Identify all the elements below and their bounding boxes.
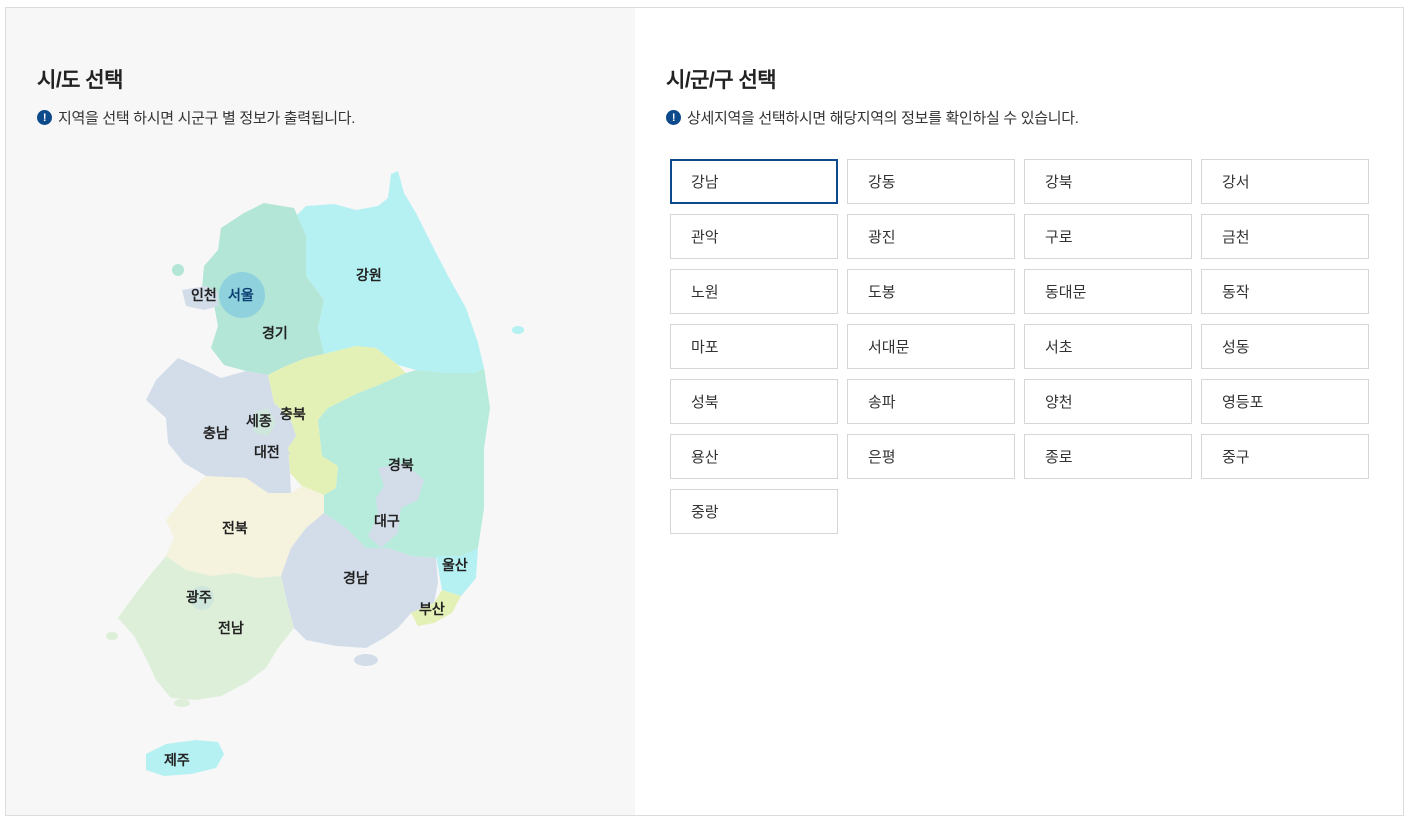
district-button-seodaemun[interactable]: 서대문: [847, 324, 1015, 369]
region-gangwon[interactable]: [294, 171, 484, 373]
district-section-title: 시/군/구 선택: [666, 69, 777, 92]
district-button-seocho[interactable]: 서초: [1024, 324, 1192, 369]
label-chungbuk: 충북: [280, 406, 306, 422]
label-gyeongnam: 경남: [343, 570, 369, 586]
label-chungnam: 충남: [203, 425, 229, 441]
district-button-gangseo[interactable]: 강서: [1201, 159, 1369, 204]
district-notice: ! 상세지역을 선택하시면 해당지역의 정보를 확인하실 수 있습니다.: [666, 107, 1079, 128]
district-button-jungnang[interactable]: 중랑: [670, 489, 838, 534]
label-ulsan: 울산: [442, 557, 468, 573]
district-button-yeongdeungpo[interactable]: 영등포: [1201, 379, 1369, 424]
district-button-songpa[interactable]: 송파: [847, 379, 1015, 424]
district-select-section: 시/군/구 선택 ! 상세지역을 선택하시면 해당지역의 정보를 확인하실 수 …: [635, 8, 1403, 815]
info-icon: !: [666, 110, 681, 125]
label-sejong: 세종: [246, 413, 272, 429]
district-button-geumcheon[interactable]: 금천: [1201, 214, 1369, 259]
district-button-eunpyeong[interactable]: 은평: [847, 434, 1015, 479]
label-jeju: 제주: [164, 752, 190, 768]
district-button-seongdong[interactable]: 성동: [1201, 324, 1369, 369]
label-incheon: 인천: [191, 287, 217, 303]
island-shape: [106, 632, 118, 640]
label-daejeon: 대전: [254, 444, 280, 460]
district-button-jongno[interactable]: 종로: [1024, 434, 1192, 479]
label-jeonbuk: 전북: [222, 520, 248, 536]
island-shape: [354, 654, 378, 666]
district-button-gangbuk[interactable]: 강북: [1024, 159, 1192, 204]
district-button-seongbuk[interactable]: 성북: [670, 379, 838, 424]
label-gwangju: 광주: [186, 589, 212, 605]
district-button-gwanak[interactable]: 관악: [670, 214, 838, 259]
district-notice-text: 상세지역을 선택하시면 해당지역의 정보를 확인하실 수 있습니다.: [687, 110, 1079, 127]
island-shape: [172, 264, 184, 276]
district-button-dongdaemun[interactable]: 동대문: [1024, 269, 1192, 314]
district-button-guro[interactable]: 구로: [1024, 214, 1192, 259]
district-button-nowon[interactable]: 노원: [670, 269, 838, 314]
district-button-mapo[interactable]: 마포: [670, 324, 838, 369]
district-button-dongjak[interactable]: 동작: [1201, 269, 1369, 314]
district-button-gangnam[interactable]: 강남: [670, 159, 838, 204]
label-gyeongbuk: 경북: [388, 457, 414, 473]
label-busan: 부산: [419, 601, 445, 617]
label-gyeonggi: 경기: [262, 325, 288, 341]
island-shape: [174, 699, 190, 707]
district-button-yangcheon[interactable]: 양천: [1024, 379, 1192, 424]
label-jeonnam: 전남: [218, 620, 244, 636]
label-seoul: 서울: [228, 287, 254, 303]
label-gangwon: 강원: [356, 267, 382, 283]
district-button-dobong[interactable]: 도봉: [847, 269, 1015, 314]
island-shape: [512, 326, 524, 334]
district-button-yongsan[interactable]: 용산: [670, 434, 838, 479]
region-selector-panel: 시/도 선택 ! 지역을 선택 하시면 시군구 별 정보가 출력됩니다. 인천 …: [5, 7, 1404, 816]
korea-map: 인천 서울 경기 강원 충남 세종 충북 대전 경북 대구 전북 경남 울산 광…: [106, 171, 524, 776]
region-jeonnam[interactable]: [118, 556, 294, 700]
province-select-section: 시/도 선택 ! 지역을 선택 하시면 시군구 별 정보가 출력됩니다. 인천 …: [6, 8, 635, 815]
district-button-gangdong[interactable]: 강동: [847, 159, 1015, 204]
district-button-junggu[interactable]: 중구: [1201, 434, 1369, 479]
district-button-gwangjin[interactable]: 광진: [847, 214, 1015, 259]
label-daegu: 대구: [374, 513, 400, 529]
